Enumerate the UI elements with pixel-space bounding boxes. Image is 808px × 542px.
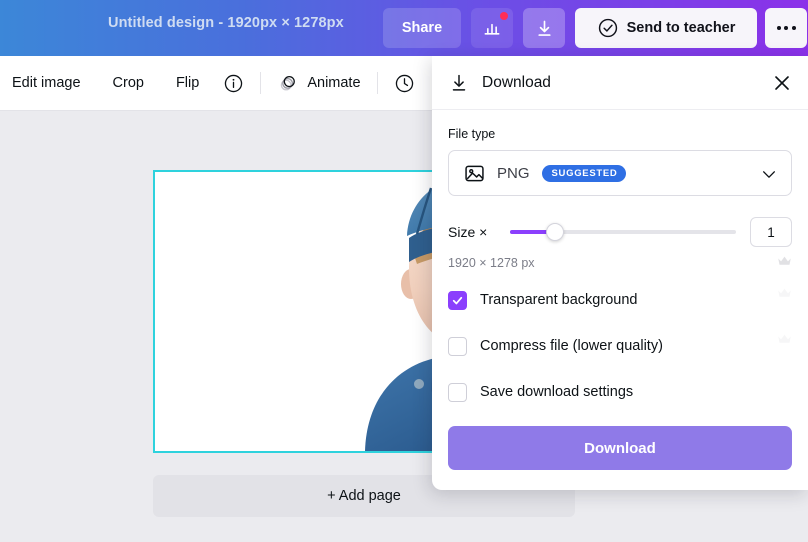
more-options-icon	[776, 26, 796, 30]
file-type-label: File type	[448, 127, 496, 141]
option-label: Compress file (lower quality)	[480, 338, 663, 354]
crown-icon	[777, 287, 792, 299]
file-type-value: PNG	[497, 164, 530, 182]
more-options-button[interactable]	[765, 8, 807, 48]
check-circle-icon	[597, 17, 619, 39]
send-to-teacher-button[interactable]: Send to teacher	[575, 8, 757, 48]
animate-icon	[277, 72, 299, 94]
toolbar-item-label: Crop	[112, 75, 144, 91]
checkbox-save-download-settings[interactable]	[448, 382, 467, 402]
size-control-row: Size × 1	[448, 217, 792, 247]
chevron-down-icon	[761, 168, 777, 181]
image-file-icon	[463, 162, 486, 185]
download-confirm-label: Download	[584, 439, 656, 457]
suggested-badge: SUGGESTED	[541, 164, 627, 182]
toolbar-item-crop[interactable]: Crop	[105, 65, 152, 101]
toolbar-item-animate[interactable]: Animate	[269, 65, 368, 101]
size-slider[interactable]	[510, 223, 736, 241]
crown-icon	[777, 333, 792, 345]
output-dimensions: 1920 × 1278 px	[448, 256, 535, 270]
bar-chart-icon	[482, 18, 502, 38]
document-title[interactable]: Untitled design - 1920px × 1278px	[108, 15, 344, 31]
crown-icon	[777, 255, 792, 267]
insights-button[interactable]	[471, 8, 513, 48]
size-value-input[interactable]: 1	[750, 217, 792, 247]
option-compress-file[interactable]: Compress file (lower quality)	[448, 334, 792, 358]
canva-editor-window: Untitled design - 1920px × 1278px Share	[0, 0, 808, 542]
toolbar-item-label: Animate	[307, 75, 361, 91]
download-panel-title: Download	[482, 73, 551, 91]
size-value: 1	[767, 224, 775, 240]
checkbox-transparent-background[interactable]	[448, 290, 467, 310]
checkbox-compress-file[interactable]	[448, 336, 467, 356]
size-label: Size ×	[448, 224, 488, 240]
download-icon	[448, 72, 470, 94]
toolbar-item-info[interactable]	[215, 65, 252, 101]
share-button-label: Share	[401, 20, 443, 36]
clock-icon	[394, 73, 415, 94]
toolbar-item-timing[interactable]	[386, 65, 423, 101]
notification-dot	[500, 12, 508, 20]
share-button[interactable]: Share	[383, 8, 461, 48]
toolbar-divider	[260, 72, 262, 94]
top-header-bar: Untitled design - 1920px × 1278px Share	[0, 0, 808, 56]
download-icon	[534, 18, 555, 39]
download-panel: Download File type PNG SUGGESTED Size × …	[432, 56, 808, 490]
option-save-download-settings[interactable]: Save download settings	[448, 380, 792, 404]
slider-handle[interactable]	[546, 223, 565, 241]
close-icon[interactable]	[770, 71, 794, 95]
output-dimensions-row: 1920 × 1278 px	[448, 256, 792, 270]
toolbar-item-label: Flip	[175, 75, 200, 91]
file-type-select[interactable]: PNG SUGGESTED	[448, 150, 792, 196]
download-panel-header: Download	[432, 56, 808, 110]
toolbar-item-flip[interactable]: Flip	[168, 65, 207, 101]
add-page-label: + Add page	[327, 488, 401, 504]
toolbar-item-edit-image[interactable]: Edit image	[4, 65, 89, 101]
option-label: Save download settings	[480, 384, 634, 400]
info-icon	[223, 73, 244, 94]
option-label: Transparent background	[480, 292, 638, 308]
download-button[interactable]	[523, 8, 565, 48]
download-confirm-button[interactable]: Download	[448, 426, 792, 470]
toolbar-item-label: Edit image	[12, 75, 81, 91]
option-transparent-background[interactable]: Transparent background	[448, 288, 792, 312]
toolbar-divider	[376, 72, 378, 94]
download-panel-body: File type PNG SUGGESTED Size × 1 1920 × …	[432, 110, 808, 404]
send-to-teacher-label: Send to teacher	[626, 20, 736, 36]
